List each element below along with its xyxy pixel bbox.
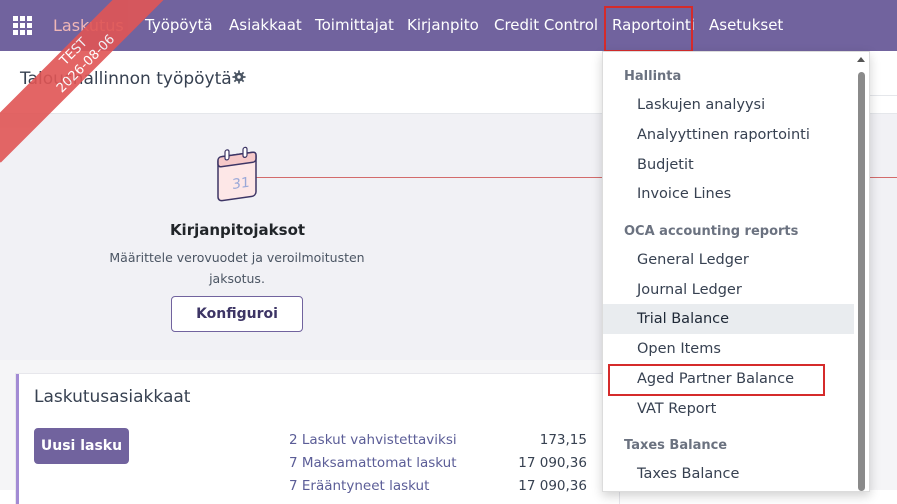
stat-label[interactable]: 7 Maksamattomat laskut bbox=[289, 455, 457, 471]
menu-item-taxes-balance[interactable]: Taxes Balance bbox=[603, 459, 854, 489]
menu-item-trial-balance[interactable]: Trial Balance bbox=[603, 304, 854, 334]
stat-value: 173,15 bbox=[539, 432, 587, 448]
nav-item-credit-control[interactable]: Credit Control bbox=[494, 0, 598, 51]
menu-item-vat-report[interactable]: VAT Report bbox=[603, 394, 854, 424]
menu-item-invoice-lines[interactable]: Invoice Lines bbox=[603, 179, 854, 209]
nav-item-customers[interactable]: Asiakkaat bbox=[229, 0, 302, 51]
menu-item-journal-ledger[interactable]: Journal Ledger bbox=[603, 275, 854, 305]
menu-item-budgets[interactable]: Budjetit bbox=[603, 150, 854, 180]
stat-label[interactable]: 2 Laskut vahvistettaviksi bbox=[289, 432, 457, 448]
nav-item-settings[interactable]: Asetukset bbox=[709, 0, 783, 51]
nav-item-vendors[interactable]: Toimittajat bbox=[315, 0, 394, 51]
stat-row[interactable]: 2 Laskut vahvistettaviksi 173,15 bbox=[289, 432, 609, 454]
calendar-icon: 31 bbox=[217, 146, 257, 202]
reporting-highlight-box bbox=[604, 6, 693, 52]
gear-icon[interactable] bbox=[232, 70, 246, 84]
onboarding-title: Kirjanpitojaksot bbox=[169, 221, 306, 239]
menu-item-general-ledger[interactable]: General Ledger bbox=[603, 245, 854, 275]
menu-item-open-items[interactable]: Open Items bbox=[603, 334, 854, 364]
menu-section-header-management: Hallinta bbox=[624, 69, 682, 84]
stat-row[interactable]: 7 Erääntyneet laskut 17 090,36 bbox=[289, 478, 609, 500]
menu-section-header-oca-reports: OCA accounting reports bbox=[624, 224, 799, 239]
stat-row[interactable]: 7 Maksamattomat laskut 17 090,36 bbox=[289, 455, 609, 477]
stat-value: 17 090,36 bbox=[518, 455, 587, 471]
onboarding-description: Määrittele verovuodet ja veroilmoitusten… bbox=[99, 247, 375, 289]
menu-item-invoice-analysis[interactable]: Laskujen analyysi bbox=[603, 90, 854, 120]
journal-card-title[interactable]: Laskutusasiakkaat bbox=[34, 387, 190, 407]
nav-item-accounting[interactable]: Kirjanpito bbox=[407, 0, 479, 51]
calendar-day-text: 31 bbox=[232, 175, 250, 193]
menu-section-header-taxes-balance: Taxes Balance bbox=[624, 438, 728, 453]
aged-partner-highlight-box bbox=[608, 364, 825, 396]
divider bbox=[868, 95, 897, 96]
reporting-dropdown-menu: Hallinta Laskujen analyysi Analyyttinen … bbox=[602, 51, 870, 492]
stat-value: 17 090,36 bbox=[518, 478, 587, 494]
dropdown-scrollbar-thumb[interactable] bbox=[858, 72, 865, 491]
scroll-up-arrow-icon[interactable] bbox=[857, 57, 865, 62]
menu-item-analytic-reporting[interactable]: Analyyttinen raportointi bbox=[603, 120, 854, 150]
configure-button[interactable]: Konfiguroi bbox=[171, 296, 303, 332]
onboarding-description-line2: jaksotus. bbox=[209, 271, 265, 286]
apps-menu-icon[interactable] bbox=[13, 16, 32, 35]
stat-label[interactable]: 7 Erääntyneet laskut bbox=[289, 478, 429, 494]
onboarding-description-line1: Määrittele verovuodet ja veroilmoitusten bbox=[109, 250, 365, 265]
new-invoice-button[interactable]: Uusi lasku bbox=[34, 428, 129, 464]
